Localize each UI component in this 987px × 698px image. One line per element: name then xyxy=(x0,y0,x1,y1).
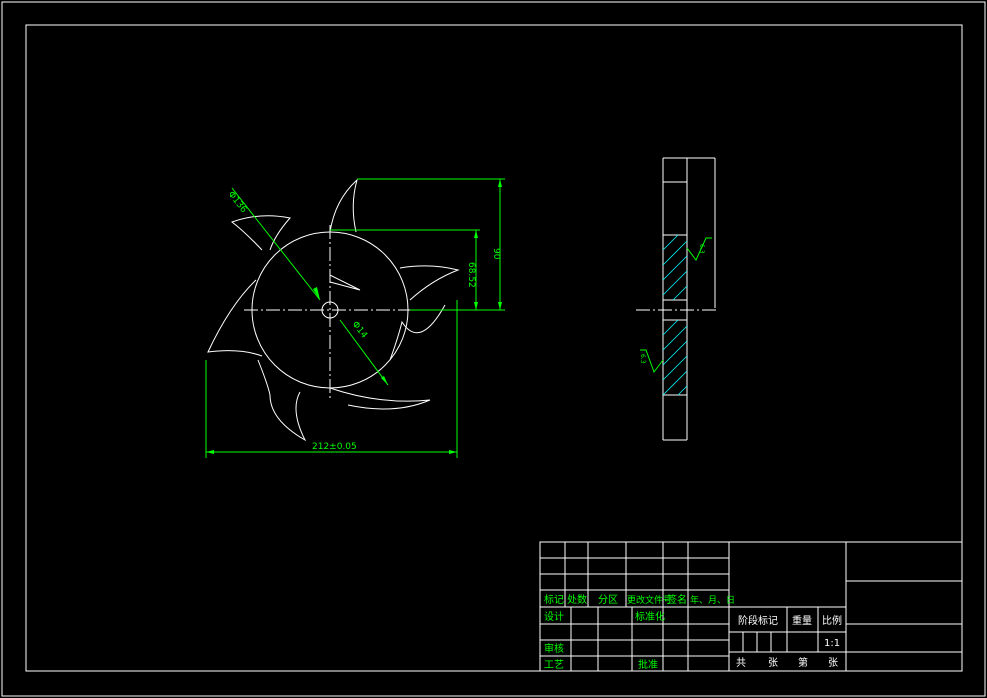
arrowhead xyxy=(381,376,388,385)
roughness-top-text: 6.3 xyxy=(698,244,705,254)
tb-zone: 分区 xyxy=(598,594,618,606)
blade xyxy=(230,215,291,251)
tb-sheets-total: 共 xyxy=(736,657,746,669)
arrowhead xyxy=(498,179,502,187)
front-view: Φ136 Φ14 212±0.05 90 68.52 xyxy=(205,178,505,458)
tb-count: 处数 xyxy=(567,593,587,606)
tb-mark: 标记 xyxy=(544,594,564,606)
blade xyxy=(329,387,431,410)
tb-sheet-no: 第 xyxy=(798,656,808,669)
arrowhead xyxy=(206,450,214,454)
arrowhead xyxy=(449,450,457,454)
hatch-upper xyxy=(662,234,688,301)
tb-design: 设计 xyxy=(544,610,564,623)
tb-scale-value: 1:1 xyxy=(824,638,840,649)
tb-weight: 重量 xyxy=(792,614,812,627)
blade xyxy=(257,359,307,442)
side-view: 6.3 6.3 xyxy=(636,157,716,441)
tb-sheet-unit: 张 xyxy=(828,657,838,669)
arrowhead xyxy=(474,230,478,238)
key-notch xyxy=(329,274,361,291)
tb-approve: 批准 xyxy=(638,658,658,671)
dim-height-total-text: 90 xyxy=(491,248,501,260)
dim-outer-dia-text: Φ136 xyxy=(226,190,249,215)
tb-change-doc: 更改文件号 xyxy=(627,594,672,606)
hatch-lower xyxy=(662,319,688,396)
blade xyxy=(399,265,460,301)
dim-width-text: 212±0.05 xyxy=(312,442,357,452)
arrowhead xyxy=(313,287,320,300)
title-block: 标记 处数 分区 更改文件号 签名 年、月、日 设计 标准化 审核 工艺 批准 … xyxy=(539,541,963,672)
dim-height-inner-text: 68.52 xyxy=(466,262,476,288)
inner-frame xyxy=(25,24,963,672)
tb-sheets-unit: 张 xyxy=(768,657,778,669)
outer-border xyxy=(1,1,986,697)
tb-scale-label: 比例 xyxy=(822,614,842,627)
arrowhead xyxy=(498,302,502,310)
tb-date: 年、月、日 xyxy=(690,594,735,606)
drawing-canvas: Φ136 Φ14 212±0.05 90 68.52 6.3 6.3 标记 处数… xyxy=(1,1,986,697)
roughness-bottom-text: 6.3 xyxy=(639,354,646,364)
tb-standard: 标准化 xyxy=(635,610,665,623)
tb-process: 工艺 xyxy=(544,659,564,671)
tb-review: 审核 xyxy=(544,642,564,655)
tb-stage-mark: 阶段标记 xyxy=(738,614,778,627)
blade xyxy=(389,304,446,361)
arrowhead xyxy=(474,302,478,310)
tb-sign: 签名 xyxy=(667,593,687,606)
blade xyxy=(329,178,358,233)
